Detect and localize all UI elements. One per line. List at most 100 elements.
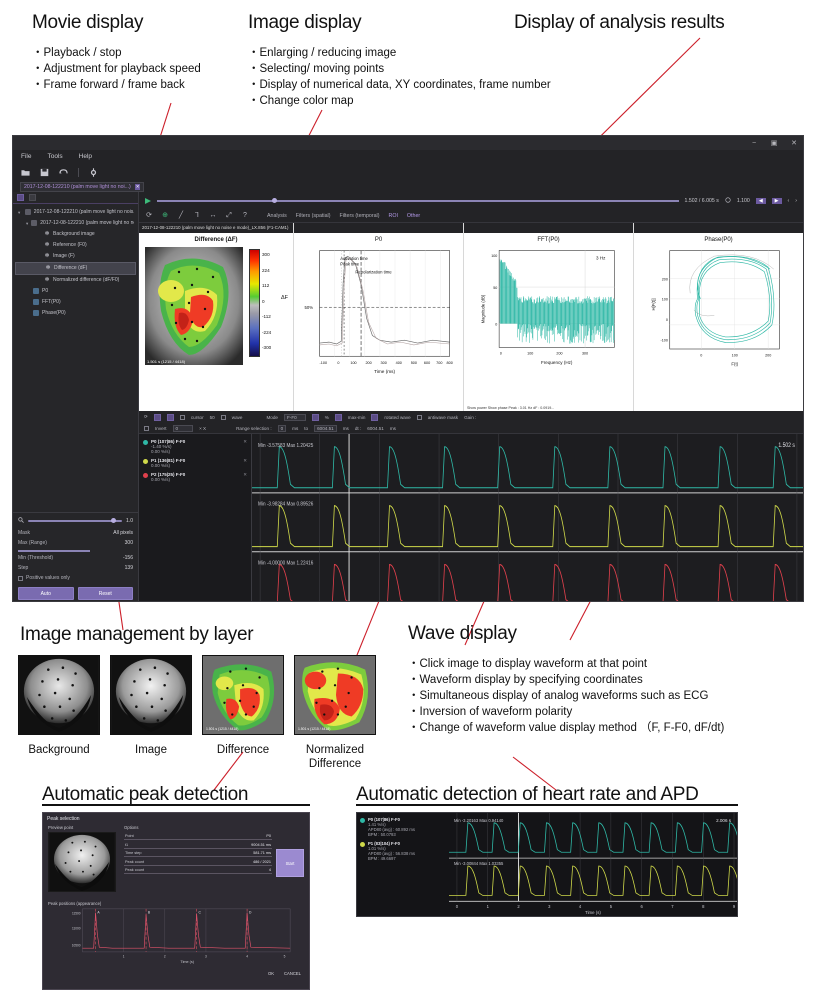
maxmin-checkbox[interactable] [335,414,342,421]
document-tab-close-icon[interactable]: ✕ [135,184,141,190]
mode-select[interactable]: F-F0 [284,414,306,421]
colorbar[interactable] [249,249,260,357]
fit-icon[interactable]: ⤢ [225,212,233,220]
peak-cancel-button[interactable]: CANCEL [284,971,301,976]
fft-plot-panel[interactable]: FFT(P0) 3 Hz 100 50 0 0 100 200 300 Magn… [464,223,634,411]
tab-other[interactable]: Other [407,213,420,219]
percent-checkbox[interactable] [312,414,319,421]
step-icon[interactable]: ⅂ [193,212,201,220]
f0-plot-panel[interactable]: P0 Activation time Peak time Repolarizat… [294,223,464,411]
zoom-slider-row[interactable]: 1.0 [18,517,133,525]
cursor-value[interactable]: 50 [210,415,215,420]
target-icon[interactable]: ⊕ [161,212,169,220]
close-button[interactable]: ✕ [789,139,799,147]
document-tab[interactable]: 2017-12-08-122210 (palm move light no no… [20,182,144,192]
max-range-row[interactable]: Max (Range) 300 [18,540,133,546]
legend-close-icon[interactable]: ✕ [243,458,247,468]
hr-legend-item[interactable]: P1 (83|104) F-F0 1.01 %/s) APD80 (avg) : 5… [360,841,446,861]
step-value[interactable]: 139 [125,565,133,571]
maximize-button[interactable]: ▣ [769,139,779,147]
save-icon[interactable] [40,168,49,177]
mask-row[interactable]: Mask All pixels [18,530,133,536]
hr-legend-item[interactable]: P0 (107|86) F-F0 1.41 %/s) APD80 (avg) : 6… [360,817,446,837]
play-icon[interactable] [145,198,151,204]
tab-analysis[interactable]: Analysis [267,213,287,219]
max-range-value[interactable]: 300 [125,540,133,546]
image-display-panel[interactable]: 2017-12-08-122210 (palm move light no no… [139,223,294,411]
tab-roi[interactable]: ROI [389,213,398,219]
peak-selection-dialog[interactable]: Peak selection Preview point Options Poi… [42,812,310,990]
invert-checkbox[interactable] [144,426,149,431]
wave-checkbox[interactable] [221,415,226,420]
positive-only-checkbox[interactable] [18,576,23,581]
seek-slider[interactable] [157,200,679,202]
range-from-input[interactable]: 0 [278,425,287,432]
fit-width-icon[interactable]: ↔ [209,212,217,220]
range-to-input[interactable]: 6004.51 [314,425,337,432]
tree-item[interactable]: FFT(P0) [15,297,136,308]
wave-legend-item[interactable]: P2 (175|25) F-F0 0.00 %/s) ✕ [143,472,247,482]
wave-legend-item[interactable]: P1 (136|81) F-F0 0.00 %/s) ✕ [143,458,247,468]
next-frame-button[interactable]: › [795,198,797,204]
min-threshold-row[interactable]: Min (Threshold) -156 [18,555,133,561]
help-icon[interactable]: ? [241,212,249,220]
peak-field-row[interactable]: t1 9004.51 ms [124,842,272,849]
antiwave-mask-checkbox[interactable] [417,415,422,420]
tree-item[interactable]: ▾ 2017-12-08-122210 (palm move light no n… [15,207,136,218]
tree-item[interactable]: ✻ Reference (F0) [15,240,136,251]
axis-value[interactable]: 0 [173,425,194,432]
settings-icon[interactable] [89,168,98,177]
seek-handle[interactable] [272,198,277,203]
menu-file[interactable]: File [21,153,31,160]
peak-field-row[interactable]: Peak count 4 [124,867,272,874]
zoom-slider[interactable] [28,520,122,522]
tree-item[interactable]: Phase(P0) [15,308,136,319]
loop-icon[interactable] [725,197,731,205]
tree-item[interactable]: ✻ Background image [15,229,136,240]
menu-help[interactable]: Help [79,153,92,160]
tab-filters-spatial[interactable]: Filters (spatial) [296,213,331,219]
zoom-slider-knob[interactable] [111,518,116,523]
peak-ok-button[interactable]: OK [268,971,274,976]
grid-icon[interactable] [154,414,161,421]
wave-legend-item[interactable]: P0 (107|86) F-F0 -1.40 %/s) 0.00 %/s) ✕ [143,439,247,454]
max-range-slider[interactable] [18,550,90,552]
peak-field-row[interactable]: Peak count 486 / 2021 [124,859,272,866]
tree-item[interactable]: ✻ Difference (dF) [15,262,136,275]
thumb-background[interactable]: Background [18,655,100,771]
reset-button[interactable]: Reset [78,587,134,600]
peak-field-row[interactable]: Point P0 [124,833,272,840]
cursor-checkbox[interactable] [180,415,185,420]
prev-frame-button[interactable]: ‹ [788,198,790,204]
step-forward-button[interactable]: ▶ [772,198,782,204]
wave-chart[interactable]: Min -3.57583 Max 1.20425 Min -3.98284 Max… [251,434,803,602]
rotated-wave-checkbox[interactable] [371,414,378,421]
folder-open-icon[interactable] [21,168,30,177]
peak-preview-image[interactable] [48,832,116,892]
legend-close-icon[interactable]: ✕ [243,472,247,482]
heart-rate-chart[interactable]: Min -3.20163 Max 0.94140 Min -3.00844 Max… [449,813,737,916]
line-icon[interactable]: ╱ [177,212,185,220]
tree-item[interactable]: ▾ 2017-12-08-122210 (palm move light no n… [15,218,136,229]
expand-arrow-icon[interactable]: ▾ [18,208,22,217]
step-row[interactable]: Step 139 [18,565,133,571]
thumb-normalized-difference[interactable]: 1.501 s (1215 / 4418) Normalized Differe… [294,655,376,771]
peak-plot[interactable]: 115001100010500 12345 ABCD Time (s) [48,907,304,965]
peak-start-button[interactable]: Start [276,849,304,877]
thumb-difference[interactable]: 1.501 s (1215 / 4418) Difference [202,655,284,771]
phase-plot-panel[interactable]: Phase(P0) 200 100 0 -100 0 100 200 H[F(t… [634,223,803,411]
expand-arrow-icon[interactable]: ▾ [26,219,28,228]
positive-only-row[interactable]: Positive values only [18,575,133,581]
tree-item[interactable]: ✻ Image (F) [15,251,136,262]
remove-layer-icon[interactable] [29,194,36,201]
heart-rate-panel[interactable]: P0 (107|86) F-F0 1.41 %/s) APD80 (avg) : 6… [356,812,738,917]
refresh-icon[interactable]: ⟳ [145,212,153,220]
difference-image[interactable]: 1.501 s (1215 / 4418) [145,247,243,365]
thumb-image[interactable]: Image [110,655,192,771]
refresh-icon[interactable]: ⟳ [144,414,148,420]
auto-button[interactable]: Auto [18,587,74,600]
tree-item[interactable]: P0 [15,286,136,297]
tree-item[interactable]: ✻ Normalized difference (dF/F0) [15,275,136,286]
image-icon[interactable] [167,414,174,421]
legend-close-icon[interactable]: ✕ [243,439,247,454]
